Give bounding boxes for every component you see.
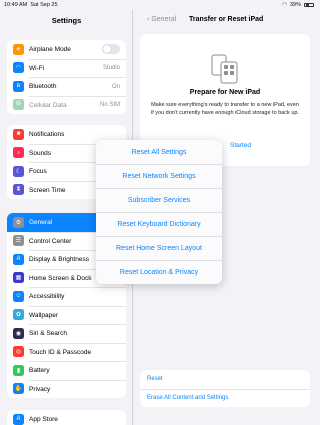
sidebar-item-wi-fi[interactable]: ◠ Wi-Fi Studio bbox=[7, 58, 126, 78]
app-store-icon: A bbox=[13, 413, 24, 425]
sidebar-item-label: Control Center bbox=[29, 237, 72, 245]
menu-item-reset-network-settings[interactable]: Reset Network Settings bbox=[96, 164, 222, 188]
sidebar-item-content: Wi-Fi Studio bbox=[29, 58, 126, 78]
gear-icon: ⚙ bbox=[13, 216, 24, 228]
control-center-icon: ☰ bbox=[13, 235, 24, 247]
sidebar-item-value: Studio bbox=[102, 65, 120, 72]
sidebar-item-touch-id-and-passcode[interactable]: ◎ Touch ID & Passcode bbox=[7, 342, 126, 362]
sidebar-item-value: On bbox=[111, 83, 120, 90]
sidebar-item-content: Privacy bbox=[29, 379, 126, 399]
sidebar-item-content: Touch ID & Passcode bbox=[29, 342, 126, 362]
sidebar-item-wallpaper[interactable]: ✿ Wallpaper bbox=[7, 305, 126, 325]
airplane-mode-toggle[interactable] bbox=[102, 44, 120, 55]
sidebar-item-label: Airplane Mode bbox=[29, 45, 71, 53]
sidebar-item-content: Wallpaper bbox=[29, 305, 126, 325]
sidebar-item-content: Bluetooth On bbox=[29, 77, 126, 96]
sidebar-item-label: Bluetooth bbox=[29, 83, 57, 91]
erase-all-button[interactable]: Erase All Content and Settings bbox=[140, 388, 310, 408]
sidebar-item-label: Home Screen & Dock bbox=[29, 274, 92, 282]
page-title: Transfer or Reset iPad bbox=[189, 16, 264, 23]
accessibility-icon: ☺ bbox=[13, 290, 24, 302]
siri-icon: ◉ bbox=[13, 327, 24, 339]
sidebar-item-content: Accessibility bbox=[29, 287, 126, 306]
sidebar-item-label: Wi-Fi bbox=[29, 64, 45, 72]
fingerprint-icon: ◎ bbox=[13, 346, 24, 358]
reset-options-menu: Reset All Settings Reset Network Settings… bbox=[96, 140, 222, 284]
sidebar-item-label: Sounds bbox=[29, 149, 52, 157]
sidebar-item-label: Siri & Search bbox=[29, 330, 67, 338]
sounds-icon: ♪ bbox=[13, 147, 24, 159]
wifi-status-icon: ◠ bbox=[282, 2, 287, 8]
notifications-icon: ■ bbox=[13, 128, 24, 140]
sidebar-group-store: A App Store bbox=[7, 410, 126, 425]
sidebar-item-cellular-data[interactable]: ⦾ Cellular Data No SIM bbox=[7, 95, 126, 115]
sidebar-item-value: No SIM bbox=[99, 102, 120, 109]
cellular-icon: ⦾ bbox=[13, 99, 24, 111]
menu-item-subscriber-services[interactable]: Subscriber Services bbox=[96, 188, 222, 212]
sidebar-item-label: App Store bbox=[29, 415, 58, 423]
get-started-link[interactable]: Started bbox=[230, 142, 251, 149]
battery-status-icon bbox=[304, 2, 314, 8]
menu-item-reset-keyboard-dictionary[interactable]: Reset Keyboard Dictionary bbox=[96, 212, 222, 236]
bluetooth-icon: ʙ bbox=[13, 80, 24, 92]
wallpaper-icon: ✿ bbox=[13, 309, 24, 321]
back-label: General bbox=[151, 16, 177, 23]
sidebar-item-label: Touch ID & Passcode bbox=[29, 348, 92, 356]
home-screen-icon: ▦ bbox=[13, 272, 24, 284]
sidebar-item-label: Notifications bbox=[29, 130, 65, 138]
sidebar-item-label: General bbox=[29, 218, 53, 226]
sidebar-item-label: Screen Time bbox=[29, 186, 66, 194]
sidebar-title: Settings bbox=[51, 16, 82, 25]
airplane-icon: ✈ bbox=[13, 43, 24, 55]
sidebar-item-label: Wallpaper bbox=[29, 311, 59, 319]
battery-percent: 39% bbox=[289, 2, 301, 8]
reset-button[interactable]: Reset bbox=[140, 370, 310, 389]
sidebar-item-label: Display & Brightness bbox=[29, 256, 89, 264]
sidebar-item-label: Battery bbox=[29, 367, 50, 375]
wifi-icon: ◠ bbox=[13, 62, 24, 74]
sidebar-item-app-store[interactable]: A App Store bbox=[7, 410, 126, 425]
sidebar-item-airplane-mode[interactable]: ✈ Airplane Mode bbox=[7, 40, 126, 59]
privacy-icon: ✋ bbox=[13, 383, 24, 395]
sidebar-item-label: Privacy bbox=[29, 385, 51, 393]
prepare-title: Prepare for New iPad bbox=[189, 89, 261, 96]
status-bar: 10:49 AM Sat Sep 25 ◠ 39% bbox=[0, 0, 318, 10]
sidebar-item-battery[interactable]: ▮ Battery bbox=[7, 361, 126, 380]
menu-item-reset-home-screen-layout[interactable]: Reset Home Screen Layout bbox=[96, 236, 222, 260]
reset-erase-card: Reset Erase All Content and Settings bbox=[140, 370, 310, 407]
battery-icon: ▮ bbox=[13, 364, 24, 376]
status-time: 10:49 AM Sat Sep 25 bbox=[4, 2, 58, 8]
ipad-devices-icon bbox=[211, 54, 238, 84]
sidebar-item-privacy[interactable]: ✋ Privacy bbox=[7, 379, 126, 399]
sidebar-item-label: Cellular Data bbox=[29, 101, 67, 109]
sidebar-item-siri-and-search[interactable]: ◉ Siri & Search bbox=[7, 324, 126, 343]
sidebar-item-content: App Store bbox=[29, 410, 126, 425]
focus-icon: ☾ bbox=[13, 165, 24, 177]
sidebar-item-bluetooth[interactable]: ʙ Bluetooth On bbox=[7, 77, 126, 96]
sidebar-item-label: Focus bbox=[29, 168, 47, 176]
sidebar-item-content: Battery bbox=[29, 361, 126, 380]
screen-time-icon: ⧗ bbox=[13, 184, 24, 196]
display-icon: A bbox=[13, 253, 24, 265]
sidebar-item-accessibility[interactable]: ☺ Accessibility bbox=[7, 287, 126, 306]
sidebar-item-content: Airplane Mode bbox=[29, 40, 126, 59]
chevron-left-icon: ‹ bbox=[147, 16, 150, 23]
prepare-description: Make sure everything’s ready to transfer… bbox=[151, 102, 299, 116]
back-button[interactable]: ‹ General bbox=[147, 16, 176, 23]
sidebar-group-connectivity: ✈ Airplane Mode ◠ Wi-Fi Studio ʙ Bluetooth On ⦾ C… bbox=[7, 40, 126, 114]
sidebar-item-content: Siri & Search bbox=[29, 324, 126, 343]
status-right: ◠ 39% bbox=[282, 2, 314, 8]
menu-item-reset-all-settings[interactable]: Reset All Settings bbox=[96, 140, 222, 164]
sidebar-item-content: Cellular Data No SIM bbox=[29, 95, 126, 115]
menu-item-reset-location-and-privacy[interactable]: Reset Location & Privacy bbox=[96, 260, 222, 284]
sidebar-item-label: Accessibility bbox=[29, 293, 65, 301]
